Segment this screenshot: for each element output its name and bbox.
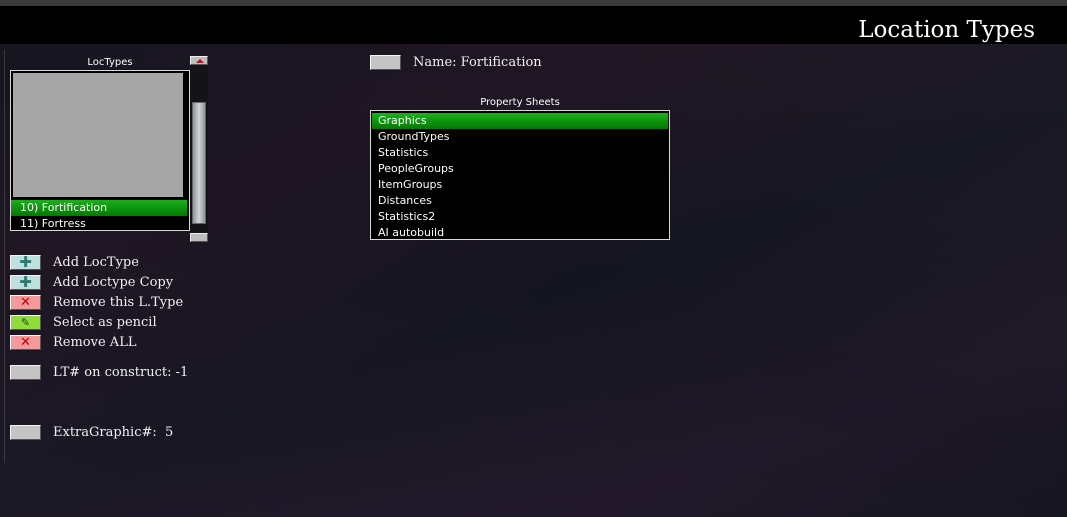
page-title: Location Types — [858, 17, 1035, 43]
property-sheet-item-statistics2[interactable]: Statistics2 — [372, 209, 668, 225]
left-divider — [4, 50, 5, 463]
close-icon: ✕ — [20, 335, 31, 350]
loctype-item[interactable]: 10) Fortification — [11, 200, 187, 216]
scroll-down-arrow-icon[interactable] — [190, 233, 208, 242]
title-bar: Location Types — [0, 6, 1067, 44]
extra-graphic-label: ExtraGraphic#: 5 — [53, 425, 174, 440]
remove-all-button[interactable]: ✕ — [10, 335, 41, 350]
plus-icon: ✚ — [19, 273, 32, 291]
property-sheet-item-distances[interactable]: Distances — [372, 193, 668, 209]
scroll-up-arrow-icon[interactable] — [190, 56, 208, 65]
property-sheets-listbox[interactable]: Graphics GroundTypes Statistics PeopleGr… — [370, 110, 670, 240]
loctypes-scrollbar[interactable] — [190, 56, 208, 242]
loctypes-listbox[interactable]: 10) Fortification 11) Fortress — [10, 70, 190, 231]
select-as-pencil-label: Select as pencil — [53, 315, 157, 330]
scrollbar-thumb[interactable] — [192, 102, 206, 224]
property-sheet-item-peoplegroups[interactable]: PeopleGroups — [372, 161, 668, 177]
name-label: Name: Fortification — [413, 55, 542, 70]
remove-this-ltype-label: Remove this L.Type — [53, 295, 184, 310]
select-as-pencil-button[interactable]: ✎ — [10, 315, 41, 330]
property-sheet-item-itemgroups[interactable]: ItemGroups — [372, 177, 668, 193]
lt-on-construct-button[interactable] — [10, 365, 41, 380]
add-loctype-label: Add LocType — [53, 255, 139, 270]
remove-all-label: Remove ALL — [53, 335, 137, 350]
pencil-icon: ✎ — [20, 316, 31, 329]
lt-on-construct-label: LT# on construct: -1 — [53, 365, 189, 380]
property-sheets-label: Property Sheets — [480, 97, 560, 108]
plus-icon: ✚ — [19, 253, 32, 271]
property-sheet-item-statistics[interactable]: Statistics — [372, 145, 668, 161]
property-sheet-item-groundtypes[interactable]: GroundTypes — [372, 129, 668, 145]
loctype-item[interactable]: 11) Fortress — [11, 216, 187, 230]
property-sheet-item-graphics[interactable]: Graphics — [372, 113, 668, 129]
close-icon: ✕ — [20, 295, 31, 310]
add-loctype-copy-label: Add Loctype Copy — [53, 275, 174, 290]
extra-graphic-button[interactable] — [10, 425, 41, 440]
loctypes-label: LocTypes — [87, 57, 133, 68]
remove-this-ltype-button[interactable]: ✕ — [10, 295, 41, 310]
loctype-preview-image — [13, 73, 183, 197]
add-loctype-button[interactable]: ✚ — [10, 255, 41, 270]
add-loctype-copy-button[interactable]: ✚ — [10, 275, 41, 290]
name-edit-button[interactable] — [370, 55, 401, 70]
property-sheet-item-ai-autobuild[interactable]: AI autobuild — [372, 225, 668, 239]
